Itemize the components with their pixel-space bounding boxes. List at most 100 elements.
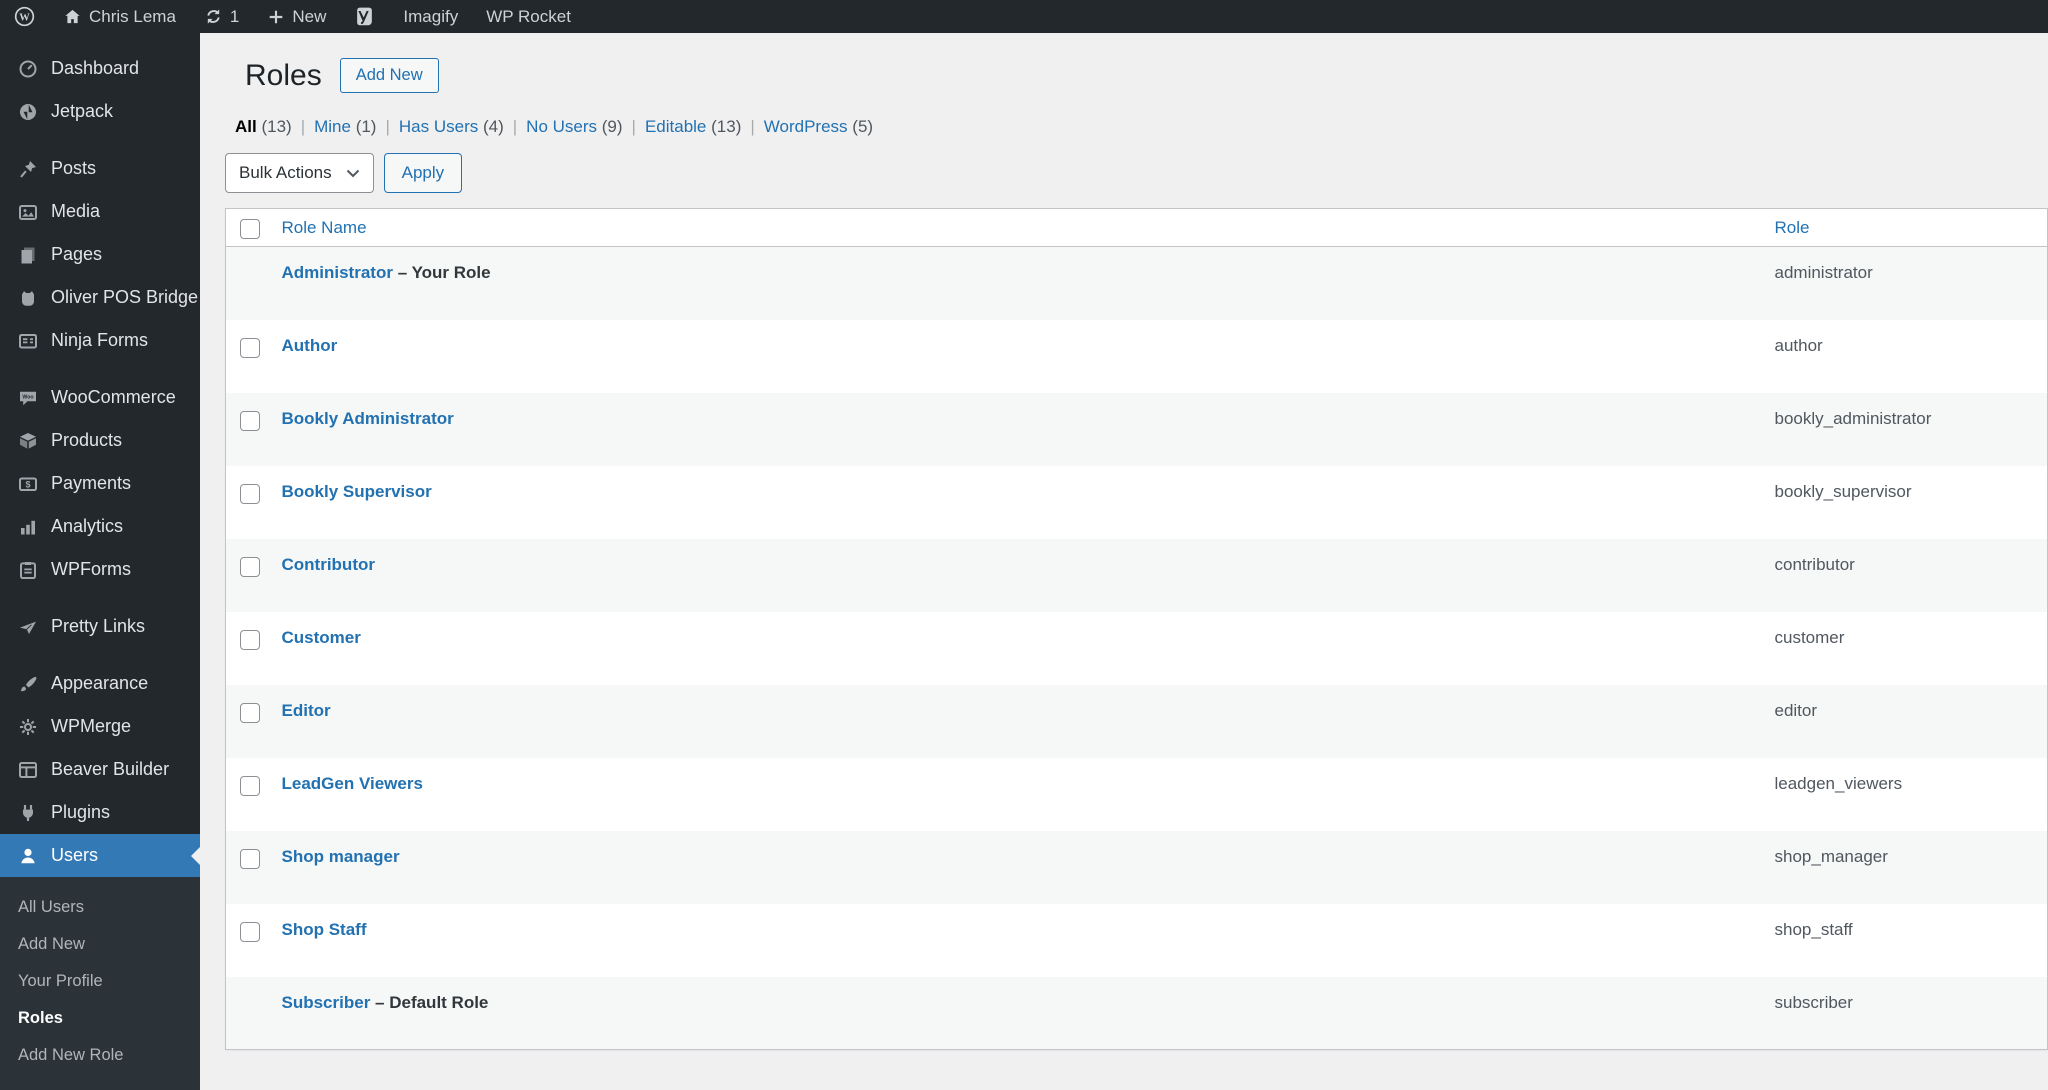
- filter-has-users[interactable]: Has Users: [399, 117, 483, 136]
- row-checkbox[interactable]: [240, 556, 260, 577]
- filter-count: (4): [482, 117, 504, 136]
- filter-divider: |: [385, 117, 390, 136]
- filter-count: (13): [261, 117, 292, 136]
- table-row: Author author: [226, 320, 2048, 393]
- row-checkbox[interactable]: [240, 775, 260, 796]
- users-submenu: All Users Add New Your Profile Roles Add New…: [0, 877, 200, 1090]
- table-row: Shop manager shop_manager: [225, 830, 2048, 904]
- sidebar-item-ninja-forms[interactable]: Ninja Forms: [0, 319, 200, 362]
- select-all-checkbox[interactable]: [240, 218, 260, 239]
- sidebar-item-users[interactable]: Users: [0, 834, 200, 877]
- filter-all[interactable]: All: [235, 117, 261, 136]
- role-name-link[interactable]: Author: [282, 336, 338, 355]
- site-name-menu[interactable]: Chris Lema: [49, 0, 190, 33]
- sidebar-item-jetpack[interactable]: Jetpack: [0, 90, 200, 133]
- sidebar-item-label: Pretty Links: [51, 616, 146, 636]
- submenu-item-add-new-role[interactable]: Add New Role: [0, 1037, 200, 1074]
- role-name-link[interactable]: Subscriber: [282, 993, 371, 1012]
- submenu-item-roles[interactable]: Roles: [0, 1000, 200, 1037]
- filter-wordpress[interactable]: WordPress: [764, 117, 853, 136]
- row-checkbox[interactable]: [240, 410, 260, 431]
- sidebar-item-pages[interactable]: Pages: [0, 233, 200, 276]
- submenu-item-all-users[interactable]: All Users: [0, 889, 200, 926]
- gear-icon: [18, 717, 38, 737]
- wp-logo-menu[interactable]: W: [0, 0, 49, 33]
- pretty-links-icon: [18, 617, 38, 637]
- sidebar-item-appearance[interactable]: Appearance: [0, 662, 200, 705]
- sidebar-item-woocommerce[interactable]: Woo WooCommerce: [0, 376, 200, 419]
- table-row: Shop Staff shop_staff: [226, 904, 2048, 977]
- sidebar-item-label: Beaver Builder: [51, 759, 170, 779]
- sidebar-item-wpforms[interactable]: WPForms: [0, 548, 200, 591]
- role-name-link[interactable]: Customer: [282, 628, 361, 647]
- filter-count: (9): [601, 117, 623, 136]
- sidebar-item-pretty-links[interactable]: Pretty Links: [0, 605, 200, 648]
- table-row: Bookly Administrator bookly_administrato…: [225, 392, 2048, 466]
- row-checkbox[interactable]: [240, 483, 260, 504]
- filter-no-users[interactable]: No Users: [526, 117, 602, 136]
- filter-mine[interactable]: Mine: [314, 117, 356, 136]
- filter-divider: |: [300, 117, 306, 136]
- role-name-link[interactable]: Shop Staff: [282, 920, 367, 939]
- yoast-icon: [354, 6, 375, 27]
- role-name-link[interactable]: Editor: [282, 701, 331, 720]
- sidebar-item-plugins[interactable]: Plugins: [0, 791, 200, 834]
- sidebar-item-label: Jetpack: [51, 101, 114, 121]
- row-checkbox[interactable]: [240, 848, 260, 869]
- sidebar-item-posts[interactable]: Posts: [0, 147, 200, 190]
- apply-button[interactable]: Apply: [383, 153, 463, 193]
- table-row: Subscriber – Default Role subscriber: [225, 976, 2048, 1050]
- add-new-button[interactable]: Add New: [339, 58, 439, 93]
- sidebar-item-analytics[interactable]: Analytics: [0, 505, 200, 548]
- filter-divider: |: [750, 117, 755, 136]
- sidebar-item-products[interactable]: Products: [0, 419, 200, 462]
- sidebar-item-dashboard[interactable]: Dashboard: [0, 47, 200, 90]
- role-name-link[interactable]: Contributor: [282, 555, 375, 574]
- column-header-role[interactable]: Role: [1775, 218, 1810, 237]
- row-checkbox[interactable]: [240, 702, 260, 723]
- bulk-actions-select[interactable]: Bulk Actions: [225, 153, 374, 193]
- role-slug: editor: [1774, 700, 1818, 720]
- sidebar-item-label: Plugins: [51, 802, 111, 822]
- submenu-item-add-new[interactable]: Add New: [0, 926, 200, 963]
- chevron-down-icon: [346, 163, 360, 183]
- products-icon: [18, 431, 38, 451]
- table-row: Contributor contributor: [225, 538, 2048, 612]
- update-icon: [204, 7, 223, 26]
- sidebar-item-wpmerge[interactable]: WPMerge: [0, 705, 200, 748]
- role-slug: bookly_administrator: [1774, 408, 1932, 428]
- sidebar-item-payments[interactable]: $ Payments: [0, 462, 200, 505]
- filter-editable[interactable]: Editable: [645, 117, 711, 136]
- submenu-item-your-profile[interactable]: Your Profile: [0, 963, 200, 1000]
- svg-text:$: $: [25, 479, 30, 489]
- role-name-link[interactable]: Administrator: [282, 263, 393, 282]
- sidebar-item-label: Ninja Forms: [51, 330, 149, 350]
- role-name-link[interactable]: Bookly Supervisor: [282, 482, 432, 501]
- sidebar-item-beaver-builder[interactable]: Beaver Builder: [0, 748, 200, 791]
- sidebar-item-oliver-pos-bridge[interactable]: Oliver POS Bridge: [0, 276, 200, 319]
- role-name-link[interactable]: Bookly Administrator: [282, 409, 454, 428]
- sidebar-item-media[interactable]: Media: [0, 190, 200, 233]
- row-checkbox[interactable]: [240, 629, 260, 650]
- sidebar-item-label: Payments: [51, 473, 132, 493]
- filter-count: (5): [852, 117, 874, 136]
- row-checkbox[interactable]: [240, 921, 260, 942]
- yoast-seo-menu[interactable]: [340, 0, 389, 33]
- page-title: Roles: [245, 58, 322, 92]
- users-icon: [18, 846, 38, 866]
- role-name-link[interactable]: Shop manager: [282, 847, 400, 866]
- new-content-menu[interactable]: New: [253, 0, 340, 33]
- updates-menu[interactable]: 1: [190, 0, 253, 33]
- payments-icon: $: [18, 474, 38, 494]
- oliver-pos-icon: [18, 288, 38, 308]
- role-slug: shop_manager: [1774, 846, 1888, 866]
- column-header-role-name[interactable]: Role Name: [282, 218, 367, 237]
- wpforms-icon: [18, 560, 38, 580]
- site-name-label: Chris Lema: [89, 6, 176, 26]
- row-checkbox[interactable]: [240, 337, 260, 358]
- wp-rocket-menu[interactable]: WP Rocket: [472, 7, 585, 27]
- role-name-link[interactable]: LeadGen Viewers: [282, 774, 423, 793]
- dashboard-icon: [18, 59, 38, 79]
- sidebar-item-label: Oliver POS Bridge: [51, 287, 199, 307]
- imagify-menu[interactable]: Imagify: [389, 7, 472, 27]
